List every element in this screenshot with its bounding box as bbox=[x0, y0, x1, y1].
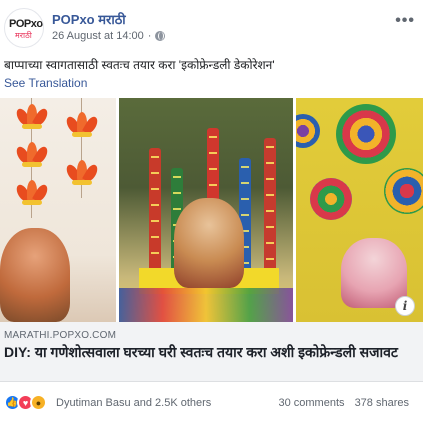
post-image-3[interactable]: i bbox=[296, 98, 423, 322]
reaction-icons[interactable]: 👍 ♥ ● bbox=[4, 394, 47, 411]
mandala-plate bbox=[310, 178, 352, 220]
see-translation-link[interactable]: See Translation bbox=[4, 76, 87, 90]
post-text: बाप्पाच्या स्वागतासाठी स्वतःच तयार करा '… bbox=[4, 58, 275, 72]
globe-icon[interactable] bbox=[155, 31, 166, 41]
lotus-decoration bbox=[64, 160, 100, 185]
page-avatar[interactable]: POPxo मराठी bbox=[4, 8, 44, 48]
mandala-plate bbox=[384, 168, 423, 214]
engagement-counts: 30 comments 378 shares bbox=[278, 397, 409, 409]
shares-count[interactable]: 378 shares bbox=[355, 397, 409, 409]
post-image-1[interactable] bbox=[0, 98, 116, 322]
post-meta: 26 August at 14:00 · bbox=[52, 30, 166, 42]
ganesha-idol bbox=[0, 228, 70, 322]
wow-icon: ● bbox=[30, 394, 47, 411]
page-name-link[interactable]: POPxo मराठी bbox=[52, 10, 126, 28]
avatar-logo-subtext: मराठी bbox=[15, 31, 32, 40]
lotus-decoration bbox=[14, 104, 50, 129]
info-icon[interactable]: i bbox=[395, 296, 415, 316]
post-timestamp[interactable]: 26 August at 14:00 bbox=[52, 30, 144, 42]
colourful-cloth bbox=[119, 288, 293, 322]
post-header: POPxo मराठी POPxo मराठी 26 August at 14:… bbox=[4, 8, 419, 48]
comments-count[interactable]: 30 comments bbox=[278, 397, 344, 409]
lotus-decoration bbox=[14, 180, 50, 205]
avatar-logo-text: POPxo bbox=[9, 18, 43, 30]
post-images[interactable]: i bbox=[0, 98, 423, 322]
decorated-pillar bbox=[264, 138, 276, 273]
post-image-2[interactable] bbox=[119, 98, 293, 322]
ganesha-idol bbox=[341, 238, 407, 308]
link-title[interactable]: DIY: या गणेशोत्सवाला घरच्या घरी स्वतःच त… bbox=[4, 344, 414, 361]
reactions-bar: 👍 ♥ ● Dyutiman Basu and 2.5K others 30 c… bbox=[0, 390, 423, 416]
lotus-decoration bbox=[14, 142, 50, 167]
lotus-decoration bbox=[64, 112, 100, 137]
more-options-icon[interactable]: ••• bbox=[395, 12, 415, 30]
link-domain: MARATHI.POPXO.COM bbox=[4, 330, 117, 341]
mandala-plate bbox=[296, 114, 320, 148]
decorated-pillar bbox=[149, 148, 161, 278]
mandala-plate bbox=[336, 104, 396, 164]
reaction-summary[interactable]: Dyutiman Basu and 2.5K others bbox=[56, 397, 211, 409]
post-card: POPxo मराठी POPxo मराठी 26 August at 14:… bbox=[0, 0, 423, 424]
link-preview[interactable]: MARATHI.POPXO.COM DIY: या गणेशोत्सवाला घ… bbox=[0, 322, 423, 382]
ganesha-idol bbox=[174, 198, 244, 288]
